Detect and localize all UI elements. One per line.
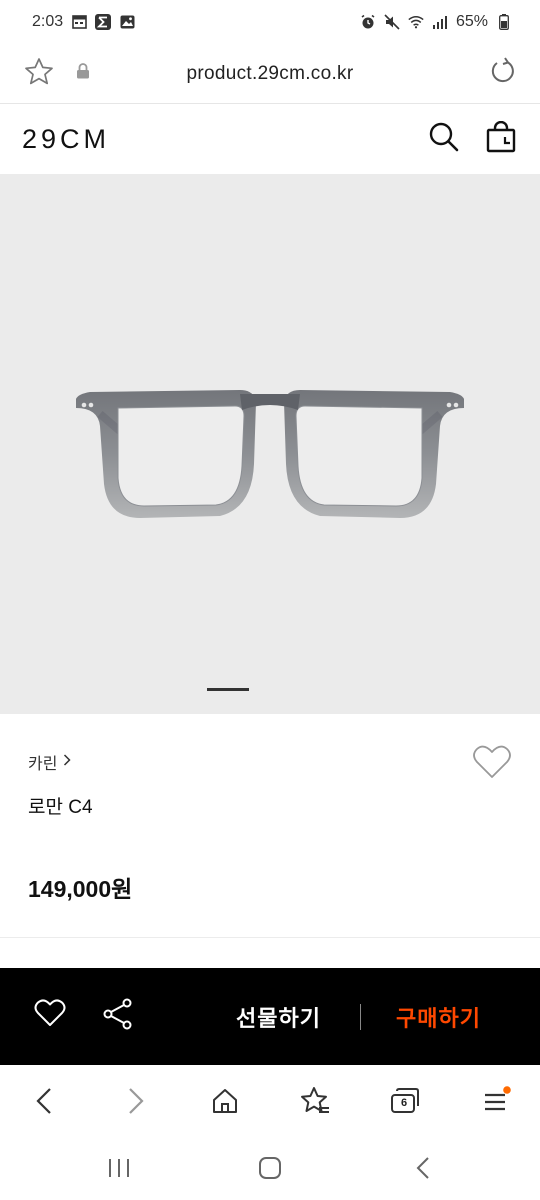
- status-time: 2:03: [32, 13, 64, 30]
- back-icon[interactable]: [26, 1083, 62, 1119]
- site-logo[interactable]: 29CM: [22, 124, 110, 155]
- battery-icon: [496, 14, 512, 30]
- bookmarks-icon[interactable]: [297, 1083, 333, 1119]
- star-icon[interactable]: [24, 57, 54, 90]
- status-bar: 2:03 65%: [0, 0, 540, 44]
- tabs-icon[interactable]: 6: [387, 1083, 423, 1119]
- tab-count: 6: [401, 1097, 408, 1109]
- signal-icon: [432, 14, 448, 30]
- status-right: 65%: [360, 13, 512, 31]
- alarm-icon: [360, 14, 376, 30]
- brand-name: 카린: [28, 756, 58, 773]
- url-left: [24, 57, 90, 90]
- url-bar: product.29cm.co.kr: [0, 44, 540, 104]
- menu-icon[interactable]: [477, 1083, 513, 1119]
- mute-icon: [384, 14, 400, 30]
- product-name: 로만 C4: [28, 797, 93, 818]
- share-icon[interactable]: [102, 998, 134, 1035]
- url-right: [488, 57, 516, 90]
- recents-icon[interactable]: [104, 1153, 134, 1183]
- battery-percent: 65%: [455, 13, 488, 30]
- forward-icon[interactable]: [118, 1083, 154, 1119]
- sigma-app-icon: [95, 14, 112, 30]
- product-price: 149,000원: [28, 876, 133, 902]
- home-icon[interactable]: [207, 1083, 243, 1119]
- brand-link[interactable]: 카린: [28, 750, 72, 774]
- wifi-icon: [408, 14, 424, 30]
- purchase-action-bar: 선물하기 구매하기: [0, 968, 540, 1065]
- app-header: 29CM: [0, 104, 540, 174]
- gift-button[interactable]: 선물하기: [236, 1001, 321, 1033]
- shopping-bag-icon[interactable]: [486, 120, 516, 158]
- heart-icon[interactable]: [34, 998, 66, 1033]
- lock-icon: [76, 63, 90, 84]
- home-button-icon[interactable]: [255, 1153, 285, 1183]
- wishlist-heart-button[interactable]: [472, 744, 512, 780]
- action-divider: [360, 1004, 361, 1030]
- eyeglasses-image: [76, 390, 464, 518]
- heart-icon: [473, 745, 511, 778]
- search-icon[interactable]: [428, 121, 460, 158]
- chevron-right-icon: [63, 753, 72, 771]
- image-indicator: [207, 688, 249, 691]
- product-info: 카린 로만 C4 149,000원: [0, 714, 540, 938]
- browser-toolbar: 6: [0, 1065, 540, 1135]
- product-image[interactable]: [0, 174, 540, 714]
- gallery-icon: [119, 14, 135, 30]
- system-back-icon[interactable]: [408, 1153, 438, 1183]
- buy-button[interactable]: 구매하기: [396, 1001, 481, 1033]
- header-icons: [428, 120, 516, 158]
- refresh-icon[interactable]: [488, 57, 516, 89]
- calendar-icon: [71, 14, 87, 30]
- android-nav-bar: [0, 1135, 540, 1200]
- status-left: 2:03: [32, 13, 135, 31]
